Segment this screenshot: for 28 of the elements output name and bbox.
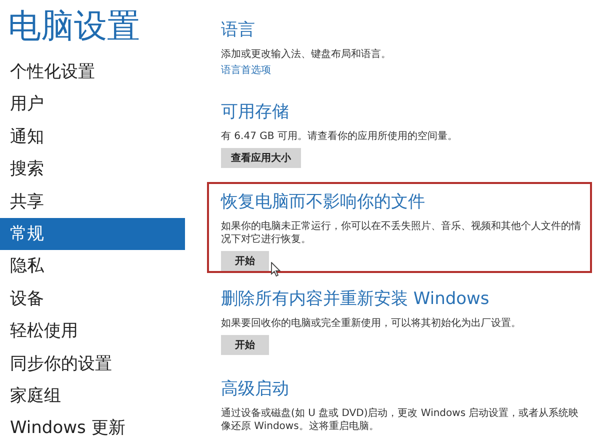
section-description: 有 6.47 GB 可用。请查看你的应用所使用的空间量。 (221, 130, 458, 143)
action-button[interactable]: 查看应用大小 (221, 148, 301, 168)
section-description: 通过设备或磁盘(如 U 盘或 DVD)启动，更改 Windows 启动设置，或者从系统映像还原 Windows。这将重启电脑。 (221, 407, 580, 433)
section-description: 添加或更改输入法、键盘布局和语言。 (221, 48, 392, 61)
sidebar-item[interactable]: 共享 (0, 186, 185, 218)
mouse-pointer-icon (271, 262, 281, 277)
sidebar-item[interactable]: Windows 更新 (0, 412, 185, 437)
sidebar-item[interactable]: 搜索 (0, 153, 185, 186)
section-description: 如果你的电脑未正常运行，你可以在不丢失照片、音乐、视频和其他个人文件的情况下对它进行恢复。 (221, 220, 582, 246)
sidebar-item[interactable]: 通知 (0, 120, 185, 154)
sidebar-item[interactable]: 家庭组 (0, 380, 185, 412)
sidebar-item[interactable]: 设备 (0, 282, 185, 316)
sidebar-item[interactable]: 同步你的设置 (0, 348, 185, 380)
sidebar-item[interactable]: 轻松使用 (0, 315, 185, 348)
sidebar-item[interactable]: 隐私 (0, 250, 185, 283)
section-heading: 高级启动 (221, 378, 290, 401)
action-button[interactable]: 开始 (221, 335, 269, 355)
preferences-link[interactable]: 语言首选项 (221, 64, 588, 78)
sidebar-item[interactable]: 个性化设置 (0, 56, 185, 88)
action-button[interactable]: 开始 (221, 251, 269, 271)
sidebar-item[interactable]: 用户 (0, 88, 185, 121)
section-description: 如果要回收你的电脑或完全重新使用，可以将其初始化为出厂设置。 (221, 317, 522, 330)
section-heading: 恢复电脑而不影响你的文件 (221, 191, 426, 214)
page-title: 电脑设置 (7, 5, 141, 47)
sidebar-item[interactable]: 常规 (0, 218, 185, 250)
section-heading: 删除所有内容并重新安装 Windows (221, 288, 490, 311)
section-heading: 可用存储 (221, 101, 290, 124)
section-heading: 语言 (221, 19, 256, 42)
